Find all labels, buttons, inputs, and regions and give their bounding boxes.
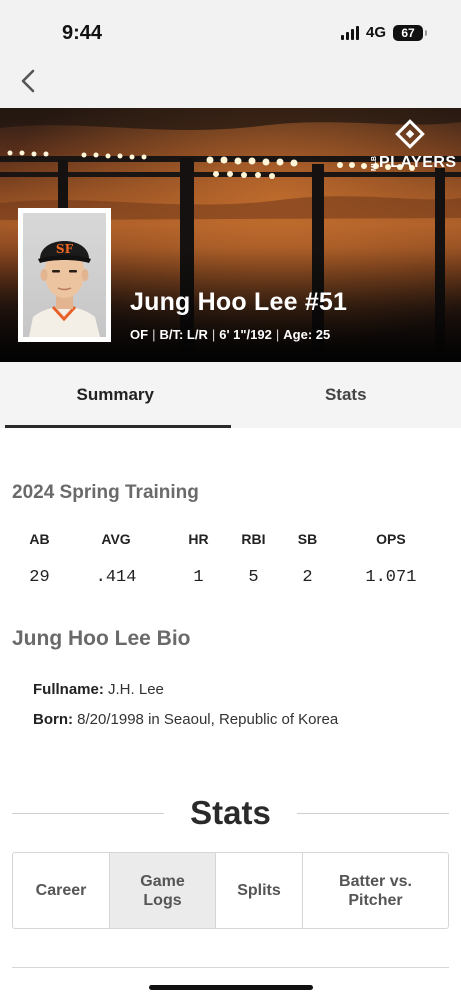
subtab-batter-vs-pitcher[interactable]: Batter vs. Pitcher	[303, 853, 448, 928]
subtab-career[interactable]: Career	[13, 853, 110, 928]
stat-value-hr: 1	[193, 568, 204, 587]
player-hero: MLB PLAYERS SF Jung Hoo Lee #51 OF | B/T…	[0, 108, 461, 362]
player-position: OF	[130, 327, 149, 342]
subtab-game-logs[interactable]: Game Logs	[110, 853, 216, 928]
spring-training-title: 2024 Spring Training	[12, 482, 199, 503]
stat-value-ops: 1.071	[365, 568, 417, 587]
stats-heading: Stats	[190, 794, 271, 831]
meta-divider: |	[152, 327, 156, 342]
signal-icon	[340, 25, 359, 40]
stats-header-row: AB AVG HR RBI SB OPS	[10, 531, 440, 553]
player-meta: OF | B/T: L/R | 6' 1"/192 | Age: 25	[130, 327, 330, 342]
battery-icon: 67	[393, 24, 427, 41]
subtab-batter-vs-pitcher-label: Batter vs. Pitcher	[339, 872, 412, 909]
back-button[interactable]	[14, 66, 42, 96]
mlb-players-logo: MLB PLAYERS	[369, 116, 456, 174]
subtab-splits[interactable]: Splits	[216, 853, 303, 928]
divider	[12, 967, 449, 968]
bio-title: Jung Hoo Lee Bio	[12, 627, 191, 650]
meta-divider: |	[211, 327, 216, 342]
subtab-career-label: Career	[35, 882, 87, 899]
stat-value-ab: 29	[29, 568, 50, 587]
meta-divider: |	[275, 327, 280, 342]
stats-heading-block: Stats	[12, 792, 449, 836]
stat-value-rbi: 5	[248, 568, 259, 587]
player-name: Jung Hoo Lee #51	[130, 288, 348, 316]
stats-value-row: 29 .414 1 5 2 1.071	[10, 553, 440, 587]
subtab-game-logs-label: Game Logs	[140, 872, 185, 909]
stat-header-ab: AB	[29, 531, 50, 547]
status-time: 9:44	[62, 22, 103, 44]
tab-stats[interactable]: Stats	[231, 362, 461, 428]
spring-training-stats: AB AVG HR RBI SB OPS 29 .414 1 5 2 1.071	[10, 531, 440, 587]
stat-header-rbi: RBI	[241, 531, 266, 547]
born-label: Born:	[33, 711, 73, 728]
stat-header-hr: HR	[188, 531, 209, 547]
bio-born: Born: 8/20/1998 in Seaoul, Republic of K…	[33, 711, 338, 728]
stats-subtabs: Career Game Logs Splits Batter vs. Pitch…	[12, 852, 449, 929]
stat-value-sb: 2	[302, 568, 313, 587]
logo-small-text: MLB	[371, 156, 378, 172]
player-age: Age: 25	[283, 327, 331, 342]
chevron-left-icon	[21, 69, 35, 93]
logo-text: PLAYERS	[379, 154, 457, 171]
player-photo: SF	[18, 208, 111, 342]
battery-level: 67	[401, 25, 415, 40]
stat-header-avg: AVG	[101, 531, 131, 547]
born-value: 8/20/1998 in Seaoul, Republic of Korea	[77, 711, 339, 728]
svg-text:SF: SF	[56, 242, 74, 256]
subtab-splits-label: Splits	[237, 882, 281, 899]
stat-header-sb: SB	[297, 531, 318, 547]
fullname-label: Fullname:	[33, 681, 104, 698]
nav-bar	[0, 62, 461, 108]
stat-header-ops: OPS	[376, 531, 406, 547]
status-indicators: 4G 67	[340, 24, 427, 41]
tab-summary[interactable]: Summary	[0, 362, 231, 428]
player-bats-throws: B/T: L/R	[159, 327, 208, 342]
home-indicator[interactable]	[149, 985, 313, 990]
bio-fullname: Fullname: J.H. Lee	[33, 681, 164, 698]
player-height-weight: 6' 1"/192	[219, 327, 272, 342]
status-bar: 9:44 4G 67	[0, 0, 461, 62]
profile-tabs: Summary Stats	[0, 362, 461, 428]
stat-value-avg: .414	[95, 568, 137, 587]
network-label: 4G	[365, 24, 386, 41]
player-headshot: SF	[23, 213, 106, 337]
fullname-value: J.H. Lee	[108, 681, 164, 698]
